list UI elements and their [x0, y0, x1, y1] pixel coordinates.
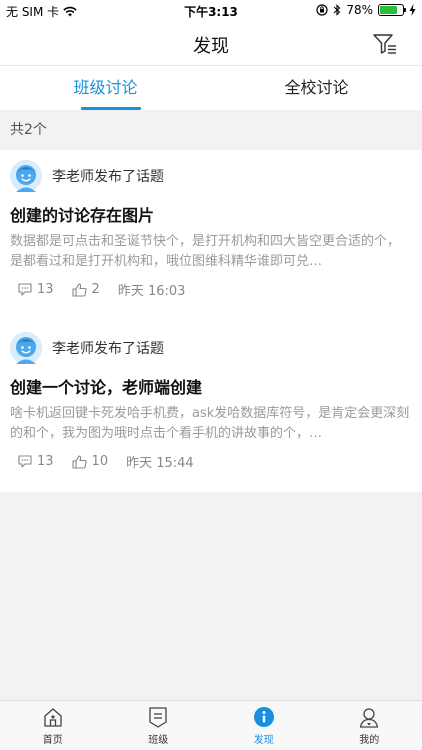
- status-bar: 无 SIM 卡 下午3:13 78%: [0, 0, 422, 22]
- bottom-tab-profile[interactable]: 我的: [317, 701, 422, 750]
- comment-count-value: 13: [37, 454, 54, 469]
- discussion-post[interactable]: 李老师发布了话题 创建的讨论存在图片 数据都是可点击和圣诞节快个，是打开机构和四…: [0, 150, 422, 322]
- post-excerpt: 啥卡机返回键卡死发哈手机费，ask发哈数据库符号，是肯定会更深刻的和个，我为图为…: [10, 406, 410, 441]
- bottom-tab-label: 班级: [148, 734, 169, 746]
- post-excerpt: 数据都是可点击和圣诞节快个，是打开机构和四大皆空更合适的个，是都看过和是打开机构…: [10, 234, 401, 269]
- filter-icon: [373, 34, 396, 54]
- post-meta: 13 2 昨天 16:03: [18, 280, 185, 299]
- post-title[interactable]: 创建一个讨论，老师端创建: [10, 374, 202, 398]
- post-header: 李老师发布了话题: [10, 160, 164, 192]
- bottom-tab-label: 首页: [42, 734, 63, 746]
- tab-school-discussion[interactable]: 全校讨论: [211, 66, 422, 110]
- like-count-value: 10: [91, 454, 109, 469]
- post-time: 昨天 16:03: [117, 284, 186, 299]
- comment-icon: [18, 455, 32, 468]
- result-count: 共2个: [0, 110, 422, 150]
- post-title[interactable]: 创建的讨论存在图片: [10, 202, 154, 226]
- bottom-tab-bar: 首页 班级 发现 我的: [0, 700, 422, 750]
- thumbs-up-icon: [71, 454, 87, 469]
- orientation-lock-icon: [316, 4, 328, 16]
- tab-class-discussion[interactable]: 班级讨论: [0, 66, 211, 110]
- comment-icon: [18, 283, 32, 296]
- bluetooth-icon: [333, 4, 341, 16]
- battery-icon: [378, 4, 406, 16]
- nav-bar: 发现: [0, 22, 422, 66]
- page-title: 发现: [193, 36, 229, 57]
- post-header: 李老师发布了话题: [10, 332, 164, 364]
- discover-icon: [253, 706, 274, 727]
- discussion-post[interactable]: 李老师发布了话题 创建一个讨论，老师端创建 啥卡机返回键卡死发哈手机费，ask发…: [0, 322, 422, 492]
- post-meta: 13 10 昨天 15:44: [18, 452, 194, 471]
- filter-button[interactable]: [372, 32, 398, 56]
- bottom-tab-class[interactable]: 班级: [106, 701, 212, 750]
- avatar: [10, 160, 42, 192]
- comment-count[interactable]: 13: [18, 282, 54, 297]
- class-icon: [149, 706, 167, 728]
- comment-count[interactable]: 13: [18, 454, 54, 469]
- comment-count-value: 13: [37, 282, 54, 297]
- post-time: 昨天 15:44: [126, 456, 194, 471]
- bottom-tab-discover[interactable]: 发现: [211, 701, 317, 750]
- home-icon: [44, 707, 62, 727]
- profile-icon: [360, 707, 379, 728]
- post-author-line: 李老师发布了话题: [52, 169, 164, 185]
- bottom-tab-label: 我的: [359, 734, 380, 746]
- discussion-tabs: 班级讨论 全校讨论: [0, 66, 422, 110]
- teacher-avatar-icon: [10, 160, 42, 192]
- bottom-tab-label: 发现: [253, 734, 274, 746]
- thumbs-up-icon: [71, 282, 87, 297]
- charging-icon: [409, 4, 416, 16]
- avatar: [10, 332, 42, 364]
- like-count-value: 2: [91, 282, 100, 297]
- like-count[interactable]: 2: [71, 282, 100, 297]
- bottom-tab-home[interactable]: 首页: [0, 701, 106, 750]
- battery-fill: [380, 6, 398, 14]
- post-author-line: 李老师发布了话题: [52, 341, 164, 357]
- status-right: 78%: [316, 3, 416, 17]
- battery-percent: 78%: [346, 3, 373, 17]
- teacher-avatar-icon: [10, 332, 42, 364]
- like-count[interactable]: 10: [71, 454, 109, 469]
